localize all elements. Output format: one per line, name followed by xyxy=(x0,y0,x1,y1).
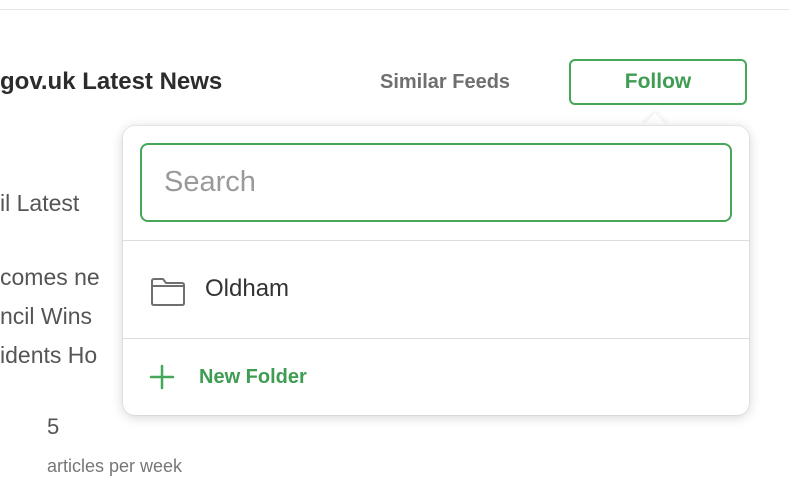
background-article-text: il Latest xyxy=(0,190,80,216)
divider xyxy=(123,338,749,339)
background-article-text: idents Ho xyxy=(0,342,98,368)
folder-label: Oldham xyxy=(205,275,290,302)
divider xyxy=(123,240,749,241)
articles-count: 5 xyxy=(47,414,60,439)
similar-feeds-link[interactable]: Similar Feeds xyxy=(380,71,510,94)
background-article-text: ncil Wins xyxy=(0,303,93,329)
follow-button[interactable]: Follow xyxy=(569,59,747,105)
new-folder-button[interactable]: New Folder xyxy=(123,340,749,412)
plus-icon xyxy=(149,364,175,395)
folder-icon xyxy=(150,277,186,312)
follow-dropdown: Oldham New Folder xyxy=(123,126,749,415)
top-divider xyxy=(0,9,789,10)
feed-title: gov.uk Latest News xyxy=(0,68,223,95)
background-article-text: comes ne xyxy=(0,264,100,290)
search-input[interactable] xyxy=(140,143,732,222)
new-folder-label: New Folder xyxy=(199,366,307,388)
folder-item-oldham[interactable]: Oldham xyxy=(123,242,749,338)
